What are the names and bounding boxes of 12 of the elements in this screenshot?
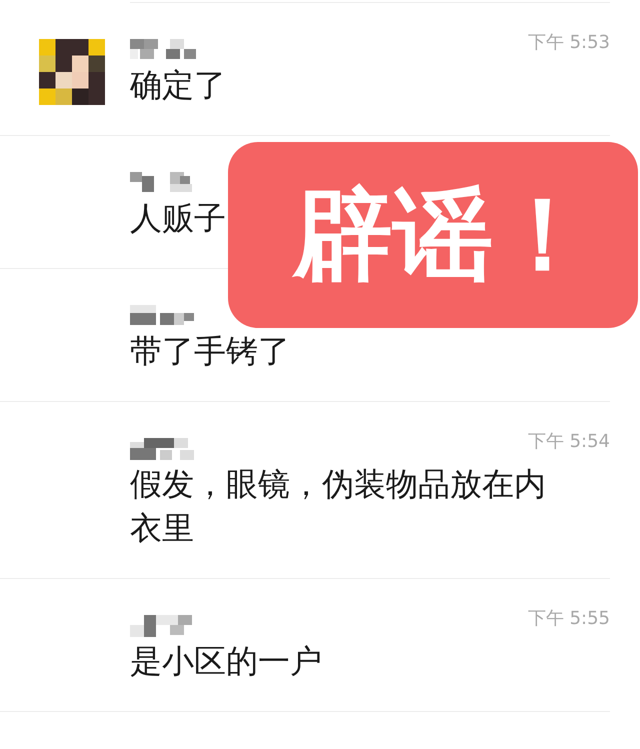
- message-text: 人贩子: [130, 198, 226, 239]
- pixelated-name-icon: [130, 39, 196, 61]
- pixelated-name-icon: [130, 305, 196, 327]
- message-text: 是小区的一户: [130, 641, 322, 682]
- message-time: 下午 5:53: [528, 33, 610, 53]
- message-text: 带了手铐了: [130, 331, 290, 372]
- message-time: 下午 5:54: [528, 432, 610, 452]
- pixelated-name-icon: [130, 438, 196, 460]
- message-text: 假发，眼镜，伪装物品放在内衣里: [130, 464, 547, 549]
- message-text: 确定了: [130, 65, 226, 106]
- message-time: 下午 5:55: [528, 609, 610, 629]
- rumor-stamp: 辟谣！: [228, 142, 638, 328]
